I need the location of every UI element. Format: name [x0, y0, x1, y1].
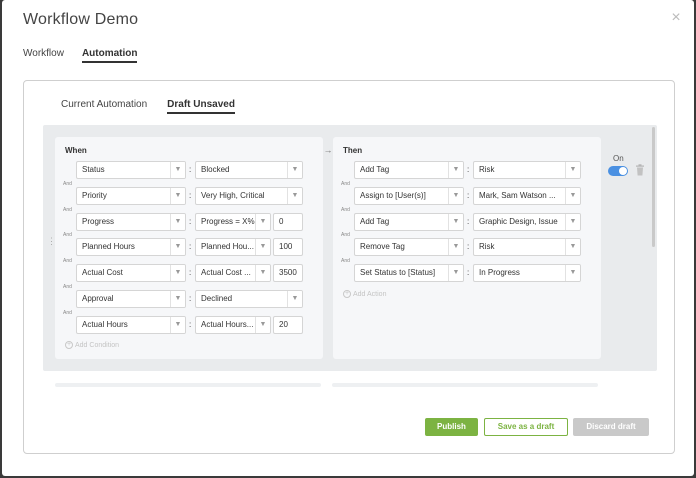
chevron-down-icon: ▼ [565, 265, 580, 281]
chevron-down-icon: ▼ [255, 265, 270, 281]
workflow-modal: Workflow Demo × Workflow Automation Curr… [2, 0, 694, 476]
trash-icon[interactable] [635, 164, 645, 176]
chevron-down-icon: ▼ [170, 214, 185, 230]
modal-title: Workflow Demo [23, 11, 139, 28]
condition-number-input[interactable]: 3500 [273, 264, 303, 282]
ghost-rule-placeholder [332, 383, 598, 387]
chevron-down-icon: ▼ [448, 239, 463, 255]
condition-field-select[interactable]: Actual Cost ▼ [76, 264, 186, 282]
and-label: And [63, 284, 72, 290]
chevron-down-icon: ▼ [170, 239, 185, 255]
ghost-rule-placeholder [55, 383, 321, 387]
chevron-down-icon: ▼ [287, 188, 302, 204]
action-value-select[interactable]: In Progress ▼ [473, 264, 581, 282]
and-label: And [63, 207, 72, 213]
action-type-select[interactable]: Add Tag ▼ [354, 161, 464, 179]
plus-icon: + [65, 341, 73, 349]
condition-value-select[interactable]: Declined ▼ [195, 290, 303, 308]
publish-button[interactable]: Publish [425, 418, 478, 436]
condition-number-input[interactable]: 20 [273, 316, 303, 334]
action-value-select[interactable]: Risk ▼ [473, 238, 581, 256]
add-action-button[interactable]: + Add Action [343, 290, 386, 298]
tab-current-automation[interactable]: Current Automation [61, 99, 147, 114]
sub-tabs: Current Automation Draft Unsaved [61, 99, 235, 114]
condition-value-select[interactable]: Very High, Critical ▼ [195, 187, 303, 205]
chevron-down-icon: ▼ [287, 162, 302, 178]
action-type-select[interactable]: Assign to [User(s)] ▼ [354, 187, 464, 205]
plus-icon: + [343, 290, 351, 298]
condition-field-select[interactable]: Approval ▼ [76, 290, 186, 308]
chevron-down-icon: ▼ [565, 214, 580, 230]
chevron-down-icon: ▼ [287, 291, 302, 307]
condition-operator-select[interactable]: Progress = X% ▼ [195, 213, 271, 231]
scrollbar[interactable] [652, 127, 655, 247]
chevron-down-icon: ▼ [170, 291, 185, 307]
arrow-right-icon: → [323, 145, 333, 155]
and-label: And [63, 181, 72, 187]
action-value-select[interactable]: Mark, Sam Watson ... ▼ [473, 187, 581, 205]
automation-toggle[interactable] [608, 166, 628, 176]
chevron-down-icon: ▼ [448, 265, 463, 281]
toggle-label: On [613, 154, 624, 163]
and-label: And [63, 232, 72, 238]
tab-workflow[interactable]: Workflow [23, 48, 64, 63]
action-type-select[interactable]: Remove Tag ▼ [354, 238, 464, 256]
chevron-down-icon: ▼ [170, 317, 185, 333]
chevron-down-icon: ▼ [448, 162, 463, 178]
condition-field-select[interactable]: Progress ▼ [76, 213, 186, 231]
and-label: And [341, 207, 350, 213]
condition-operator-select[interactable]: Planned Hou... ▼ [195, 238, 271, 256]
when-card: When Status ▼ : Blocked ▼ And Priority ▼ : … [55, 137, 323, 359]
add-condition-label: Add Condition [75, 341, 119, 349]
top-tabs: Workflow Automation [23, 48, 138, 63]
action-value-select[interactable]: Risk ▼ [473, 161, 581, 179]
chevron-down-icon: ▼ [255, 239, 270, 255]
chevron-down-icon: ▼ [170, 188, 185, 204]
condition-field-select[interactable]: Priority ▼ [76, 187, 186, 205]
condition-field-select[interactable]: Planned Hours ▼ [76, 238, 186, 256]
chevron-down-icon: ▼ [255, 214, 270, 230]
automation-panel: Current Automation Draft Unsaved ⋮ When … [23, 80, 675, 454]
add-condition-button[interactable]: + Add Condition [65, 341, 119, 349]
action-type-select[interactable]: Set Status to [Status] ▼ [354, 264, 464, 282]
condition-field-select[interactable]: Actual Hours ▼ [76, 316, 186, 334]
then-card: Then Add Tag ▼ : Risk ▼ And Assign to [Use… [333, 137, 601, 359]
chevron-down-icon: ▼ [565, 188, 580, 204]
then-title: Then [343, 146, 363, 155]
condition-number-input[interactable]: 100 [273, 238, 303, 256]
and-label: And [63, 310, 72, 316]
and-label: And [63, 258, 72, 264]
add-action-label: Add Action [353, 290, 387, 298]
save-draft-button[interactable]: Save as a draft [484, 418, 568, 436]
when-title: When [65, 146, 87, 155]
condition-value-select[interactable]: Blocked ▼ [195, 161, 303, 179]
and-label: And [341, 258, 350, 264]
and-label: And [341, 181, 350, 187]
tab-draft-unsaved[interactable]: Draft Unsaved [167, 99, 235, 114]
action-type-select[interactable]: Add Tag ▼ [354, 213, 464, 231]
chevron-down-icon: ▼ [170, 265, 185, 281]
condition-number-input[interactable]: 0 [273, 213, 303, 231]
chevron-down-icon: ▼ [448, 214, 463, 230]
chevron-down-icon: ▼ [170, 162, 185, 178]
and-label: And [341, 232, 350, 238]
chevron-down-icon: ▼ [255, 317, 270, 333]
discard-draft-button[interactable]: Discard draft [573, 418, 649, 436]
chevron-down-icon: ▼ [565, 162, 580, 178]
toggle-knob [619, 167, 627, 175]
condition-field-select[interactable]: Status ▼ [76, 161, 186, 179]
tab-automation[interactable]: Automation [81, 48, 138, 63]
condition-operator-select[interactable]: Actual Cost ... ▼ [195, 264, 271, 282]
action-value-select[interactable]: Graphic Design, Issue ▼ [473, 213, 581, 231]
rule-area: ⋮ When Status ▼ : Blocked ▼ And Priority ▼ … [43, 125, 657, 371]
chevron-down-icon: ▼ [565, 239, 580, 255]
close-icon[interactable]: × [668, 10, 684, 26]
condition-operator-select[interactable]: Actual Hours... ▼ [195, 316, 271, 334]
chevron-down-icon: ▼ [448, 188, 463, 204]
